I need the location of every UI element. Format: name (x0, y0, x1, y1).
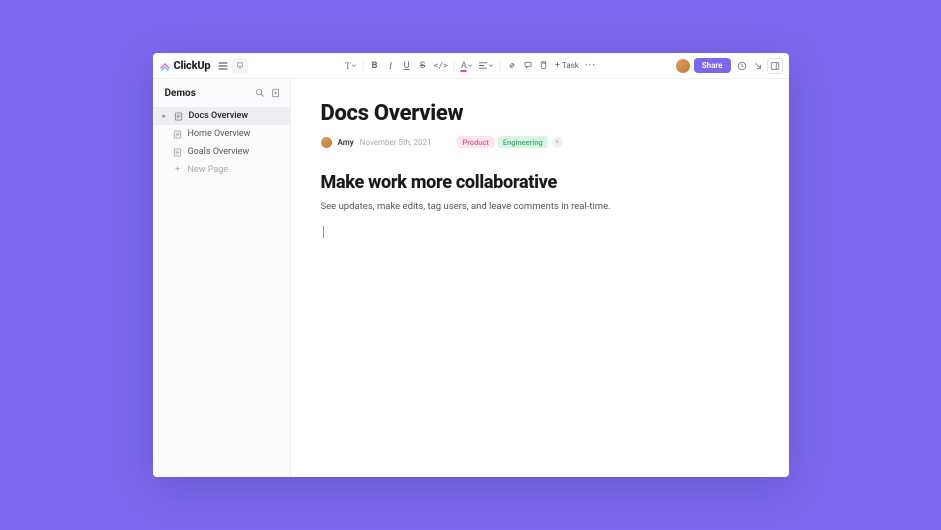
divider (363, 60, 364, 72)
sidebar-item-goals-overview[interactable]: Goals Overview (153, 143, 290, 161)
sidebar: Demos ▸ Docs Overview (153, 79, 291, 477)
text-style-dropdown[interactable]: T (343, 58, 359, 74)
bold-button[interactable]: B (368, 58, 382, 74)
sidebar-item-docs-overview[interactable]: ▸ Docs Overview (153, 107, 290, 125)
attachment-button[interactable] (537, 58, 551, 74)
sidebar-header: Demos (153, 79, 290, 107)
strike-button[interactable]: S (416, 58, 430, 74)
task-label: Task (562, 61, 579, 70)
expand-icon[interactable] (751, 58, 765, 74)
author-name: Amy (338, 138, 354, 147)
comment-button[interactable] (521, 58, 535, 74)
tag-engineering[interactable]: Engineering (498, 136, 548, 148)
doc-date: November 5th, 2021 (360, 138, 432, 147)
topbar: ClickUp T B I U S </> A (153, 53, 789, 79)
app-window: ClickUp T B I U S </> A (153, 53, 789, 477)
add-task-button[interactable]: +Task (553, 58, 581, 74)
doc-title[interactable]: Docs Overview (321, 101, 759, 126)
sidebar-item-label: Goals Overview (188, 147, 250, 157)
more-button[interactable]: ··· (583, 58, 598, 74)
new-doc-icon[interactable] (270, 87, 282, 99)
doc-meta: Amy November 5th, 2021 Product Engineeri… (321, 136, 759, 148)
section-body[interactable]: See updates, make edits, tag users, and … (321, 201, 759, 212)
clickup-logo-icon (159, 60, 171, 72)
sidebar-item-label: Home Overview (188, 129, 251, 139)
author-avatar[interactable] (321, 137, 332, 148)
sidebar-new-page[interactable]: + New Page (153, 161, 290, 179)
search-icon[interactable] (254, 87, 266, 99)
doc-icon (173, 129, 183, 139)
tag-list: Product Engineering + (457, 136, 562, 148)
right-controls (735, 58, 783, 74)
underline-button[interactable]: U (400, 58, 414, 74)
share-button[interactable]: Share (694, 58, 731, 73)
chevron-right-icon: ▸ (163, 112, 169, 120)
code-button[interactable]: </> (432, 58, 450, 74)
italic-button[interactable]: I (384, 58, 398, 74)
sidebar-item-home-overview[interactable]: Home Overview (153, 125, 290, 143)
doc-icon (173, 147, 183, 157)
nav-list: ▸ Docs Overview Home Overview (153, 107, 290, 179)
add-tag-button[interactable]: + (552, 137, 563, 148)
user-avatar[interactable] (676, 59, 690, 73)
sidebar-item-label: New Page (188, 165, 229, 175)
plus-icon: + (173, 165, 183, 175)
tag-product[interactable]: Product (457, 136, 493, 148)
menu-toggle-icon[interactable] (216, 59, 230, 73)
workspace-title: Demos (165, 88, 196, 99)
body: Demos ▸ Docs Overview (153, 79, 789, 477)
section-heading[interactable]: Make work more collaborative (321, 172, 759, 193)
history-icon[interactable] (735, 58, 749, 74)
doc-icon (174, 111, 184, 121)
panel-icon[interactable] (767, 58, 783, 74)
link-button[interactable] (505, 58, 519, 74)
sidebar-item-label: Docs Overview (189, 111, 249, 121)
doc-content[interactable]: Docs Overview Amy November 5th, 2021 Pro… (291, 79, 789, 477)
divider (500, 60, 501, 72)
pin-button[interactable] (232, 58, 248, 74)
text-color-button[interactable]: A (459, 58, 475, 74)
brand: ClickUp (159, 59, 211, 72)
text-cursor (323, 226, 324, 238)
editor-toolbar: T B I U S </> A (343, 58, 598, 74)
align-button[interactable] (477, 58, 496, 74)
brand-name: ClickUp (174, 59, 211, 72)
divider (454, 60, 455, 72)
